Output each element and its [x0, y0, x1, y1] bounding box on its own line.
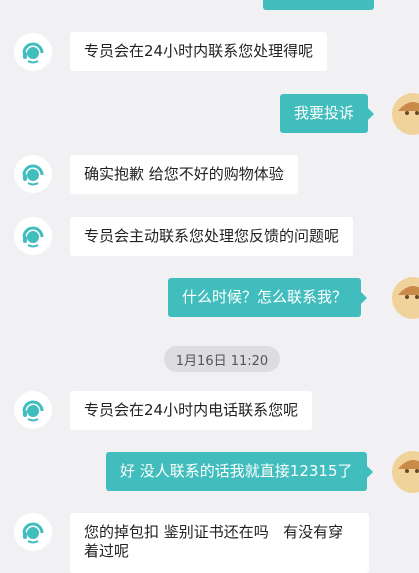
message-bubble-agent: 确实抱歉 给您不好的购物体验	[70, 155, 298, 194]
message-bubble-user: 什么时候？怎么联系我？	[168, 278, 368, 317]
timestamp-pill: 1月16日 11:20	[164, 346, 280, 372]
message-bubble-agent: 您的掉包扣 鉴别证书还在吗 有没有穿着过呢	[70, 513, 369, 573]
user-avatar-image	[392, 277, 419, 319]
user-avatar[interactable]	[392, 93, 419, 135]
customer-service-headset-icon	[22, 226, 44, 248]
customer-service-headset-icon	[22, 42, 44, 64]
user-avatar-image	[392, 451, 419, 493]
user-avatar[interactable]	[392, 451, 419, 493]
customer-service-headset-icon	[22, 522, 44, 544]
message-bubble-user: 好 没人联系的话我就直接12315了	[106, 452, 372, 491]
agent-avatar[interactable]	[14, 391, 52, 429]
user-avatar[interactable]	[392, 277, 419, 319]
message-bubble-agent: 专员会在24小时内联系您处理得呢	[70, 32, 328, 71]
message-bubble-user: 我要投诉	[280, 94, 375, 133]
message-bubble-agent: 专员会主动联系您处理您反馈的问题呢	[70, 217, 354, 256]
agent-avatar[interactable]	[14, 217, 52, 255]
agent-avatar[interactable]	[14, 155, 52, 193]
message-bubble-agent: 专员会在24小时内电话联系您呢	[70, 391, 313, 430]
customer-service-headset-icon	[22, 164, 44, 186]
customer-service-headset-icon	[22, 400, 44, 422]
user-avatar-image	[392, 93, 419, 135]
agent-avatar[interactable]	[14, 33, 52, 71]
message-bubble-user-partial	[263, 0, 374, 10]
agent-avatar[interactable]	[14, 513, 52, 551]
